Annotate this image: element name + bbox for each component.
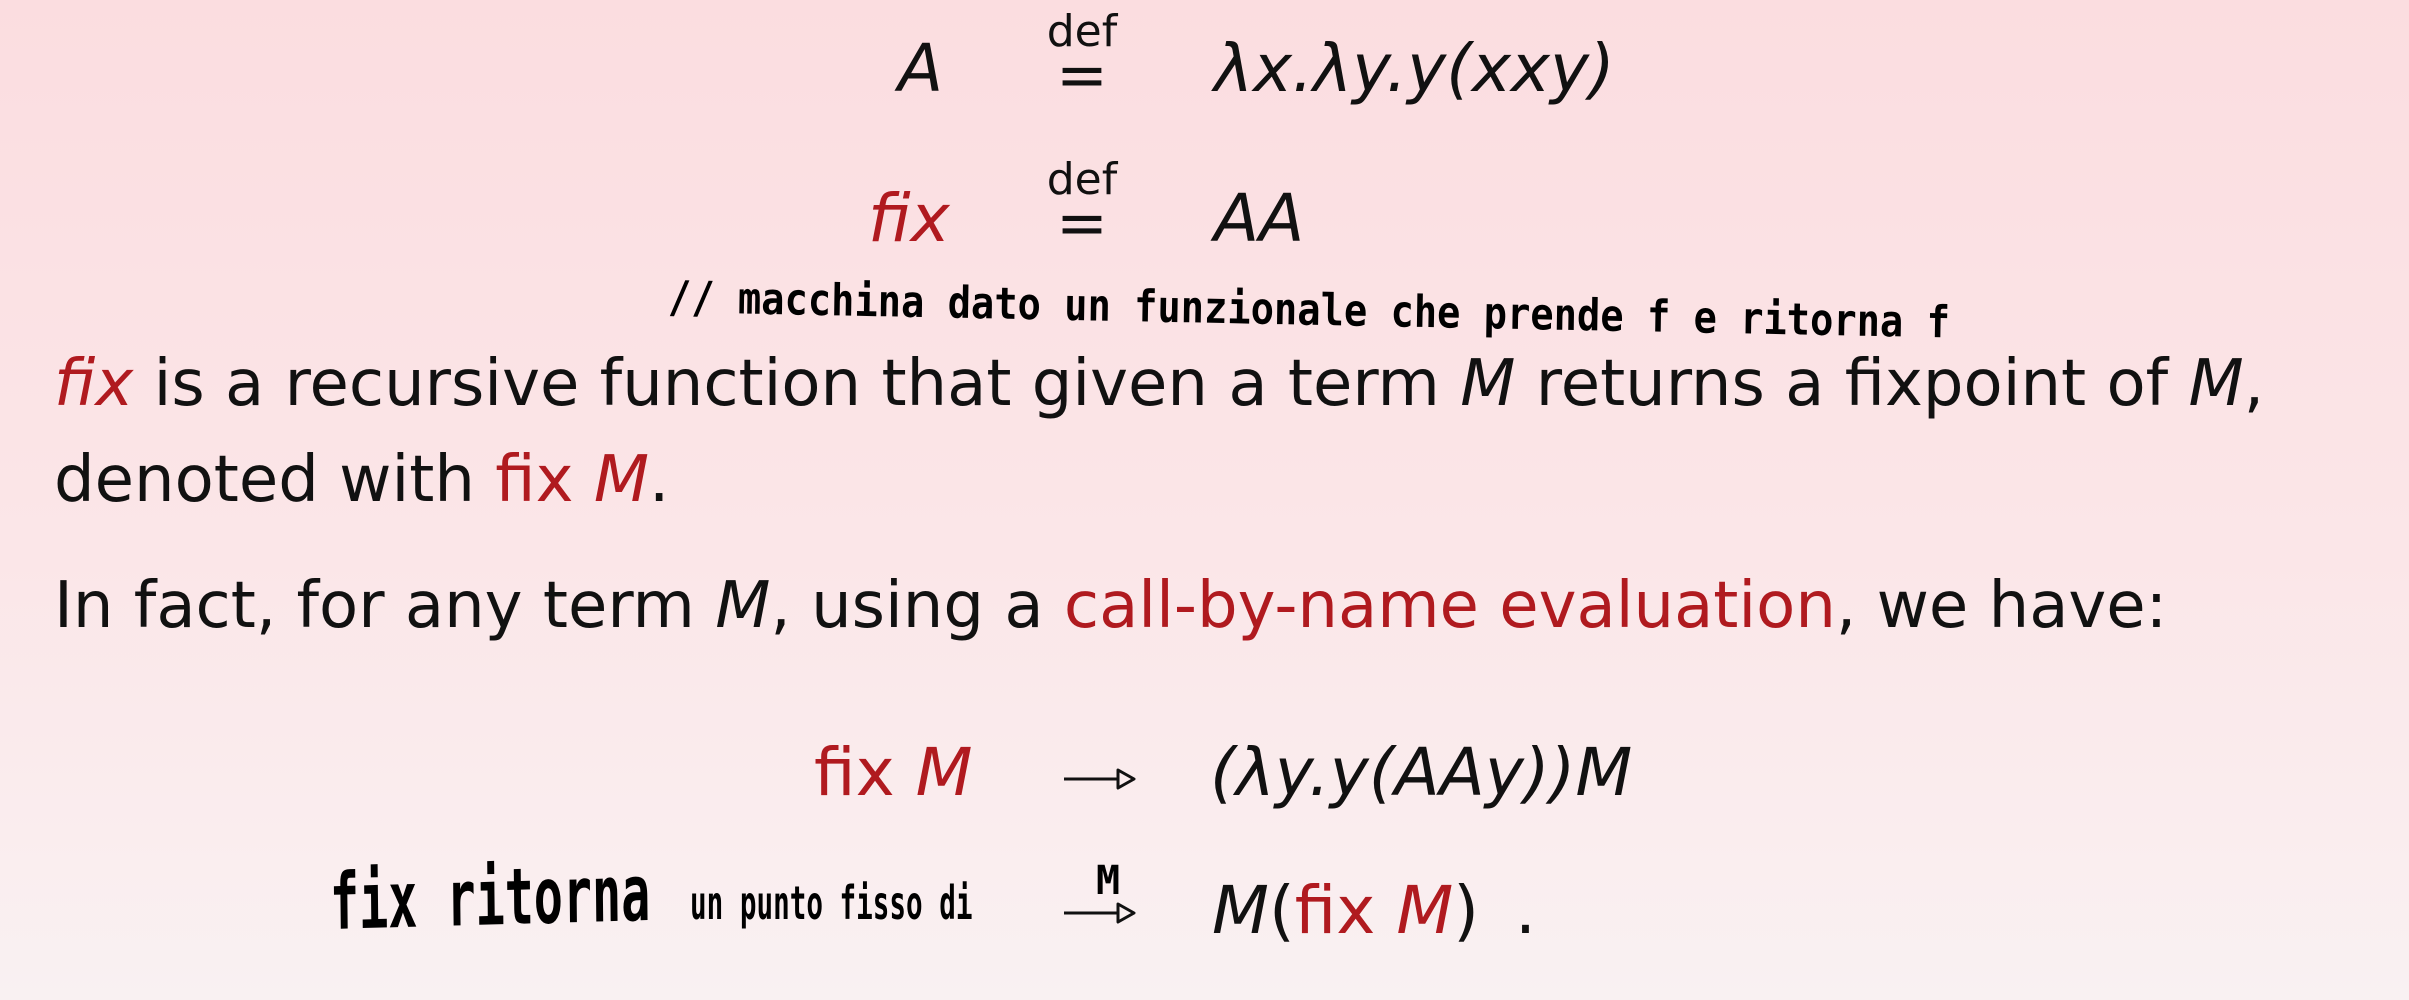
reduction-rhs-2: M(fix M). bbox=[1212, 878, 1536, 944]
eq-a-rhs: λx.λy.y(xxy) bbox=[1214, 30, 1615, 107]
reduction-lhs: fix M bbox=[814, 740, 973, 806]
fix-term: fix bbox=[495, 443, 574, 517]
def-equals: = bbox=[1056, 186, 1108, 259]
term-m: M bbox=[715, 569, 771, 643]
term-m: M bbox=[915, 734, 973, 811]
term-m: M bbox=[1212, 872, 1269, 949]
paragraph-1-line-2: denoted with fix M. bbox=[54, 448, 669, 512]
paragraph-text: In fact, for any term bbox=[54, 569, 716, 643]
term-m: M bbox=[2188, 347, 2244, 421]
paragraph-text: is a recursive function that given a ter… bbox=[133, 347, 1461, 421]
def-symbol-1: def = bbox=[1042, 10, 1122, 111]
paragraph-text: , we have: bbox=[1835, 569, 2168, 643]
paragraph-text: denoted with bbox=[54, 443, 496, 517]
eq-fix-lhs: fix bbox=[868, 180, 950, 257]
eq-fix-rhs: AA bbox=[1214, 180, 1305, 257]
fix-term: fix bbox=[54, 347, 134, 421]
handwritten-note-macchina: // macchina dato un funzionale che prend… bbox=[667, 272, 1951, 349]
fix-term: fix bbox=[814, 734, 895, 811]
end-period: . bbox=[1515, 872, 1537, 949]
term-m: M bbox=[593, 443, 650, 517]
paragraph-text: returns a fixpoint of bbox=[1515, 347, 2189, 421]
paragraph-comma: , bbox=[2243, 347, 2265, 421]
paren-open: ( bbox=[1268, 872, 1295, 949]
def-symbol-2: def = bbox=[1042, 158, 1122, 259]
eq-a-lhs: A bbox=[898, 30, 944, 107]
def-equals: = bbox=[1056, 38, 1108, 111]
term-m: M bbox=[1396, 872, 1454, 949]
reduction-rhs-1: (λy.y(AAy))M bbox=[1210, 734, 1633, 811]
reduction-arrow-icon bbox=[1064, 768, 1136, 790]
paragraph-text: , using a bbox=[770, 569, 1064, 643]
reduction-arrow-icon-2 bbox=[1064, 902, 1136, 924]
term-m: M bbox=[1460, 347, 1516, 421]
fix-term: fix bbox=[1294, 872, 1376, 949]
call-by-name-highlight: call-by-name evaluation bbox=[1063, 569, 1836, 643]
paragraph-2: In fact, for any term M, using a call-by… bbox=[54, 574, 2167, 638]
paragraph-period: . bbox=[649, 443, 670, 517]
paragraph-1-line-1: fix is a recursive function that given a… bbox=[54, 352, 2264, 416]
paren-close: ) bbox=[1453, 872, 1480, 949]
handwritten-note-fix-ritorna: fix ritorna bbox=[329, 848, 651, 948]
handwritten-note-punto-fisso: un punto fisso di bbox=[690, 876, 973, 930]
